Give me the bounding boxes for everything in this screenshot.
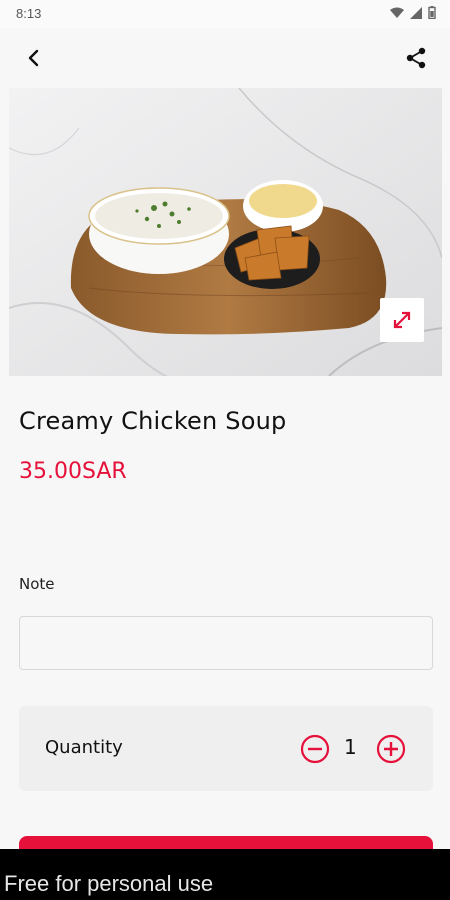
expand-icon [393, 311, 411, 329]
quantity-value: 1 [344, 735, 357, 759]
product-title: Creamy Chicken Soup [19, 407, 287, 435]
increase-quantity-button[interactable] [376, 734, 406, 764]
expand-image-button[interactable] [380, 298, 424, 342]
note-input[interactable] [19, 616, 433, 670]
watermark-bar: Free for personal use [0, 849, 450, 900]
note-label: Note [19, 575, 55, 593]
status-time: 8:13 [16, 6, 42, 21]
watermark-text: Free for personal use [4, 871, 214, 896]
product-image[interactable] [9, 88, 442, 376]
status-icons [390, 6, 436, 19]
status-bar: 8:13 [0, 0, 450, 28]
product-price: 35.00SAR [19, 459, 127, 484]
signal-icon [410, 6, 422, 19]
chevron-left-icon [28, 49, 39, 67]
battery-icon [428, 6, 436, 19]
plus-circle-icon [376, 734, 406, 764]
app-bar [0, 28, 450, 86]
quantity-card: Quantity 1 [19, 706, 433, 791]
minus-circle-icon [300, 734, 330, 764]
product-photo [9, 88, 442, 376]
decrease-quantity-button[interactable] [300, 734, 330, 764]
quantity-label: Quantity [45, 737, 123, 758]
share-button[interactable] [400, 42, 432, 74]
share-icon [406, 47, 426, 69]
back-button[interactable] [18, 42, 50, 74]
wifi-icon [390, 7, 404, 18]
